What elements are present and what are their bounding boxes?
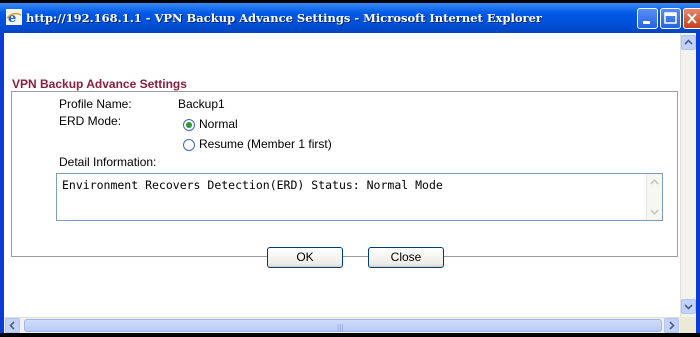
maximize-icon: [664, 12, 677, 24]
textarea-scrollbar[interactable]: [646, 174, 662, 220]
maximize-button[interactable]: [660, 8, 681, 29]
scroll-left-button[interactable]: [5, 318, 20, 333]
erd-normal-radio[interactable]: [183, 119, 195, 131]
page-content: VPN Backup Advance Settings Profile Name…: [4, 33, 680, 317]
close-button[interactable]: Close: [368, 247, 444, 268]
close-window-button[interactable]: [683, 8, 700, 29]
scroll-up-icon[interactable]: [649, 177, 660, 186]
vertical-scrollbar[interactable]: [680, 33, 696, 317]
radio-selected-dot: [186, 122, 192, 128]
title-bar[interactable]: e http://192.168.1.1 - VPN Backup Advanc…: [0, 0, 700, 33]
ie-icon: e: [6, 9, 22, 25]
scroll-up-icon: [684, 39, 693, 45]
scroll-left-icon: [9, 321, 15, 330]
page-title: VPN Backup Advance Settings: [12, 77, 187, 91]
erd-mode-label: ERD Mode:: [59, 114, 122, 128]
profile-name-label: Profile Name:: [59, 97, 132, 111]
erd-resume-label[interactable]: Resume (Member 1 first): [199, 137, 332, 151]
ok-button[interactable]: OK: [267, 247, 343, 268]
browser-window: e http://192.168.1.1 - VPN Backup Advanc…: [0, 0, 700, 333]
erd-normal-label[interactable]: Normal: [199, 117, 238, 131]
window-frame-right: [696, 33, 700, 333]
scroll-up-button[interactable]: [681, 35, 696, 50]
scroll-down-button[interactable]: [681, 299, 696, 314]
horizontal-scroll-thumb[interactable]: |||: [24, 319, 662, 332]
detail-information-label: Detail Information:: [59, 155, 157, 169]
detail-information-text: Environment Recovers Detection(ERD) Stat…: [62, 178, 443, 192]
window-title: http://192.168.1.1 - VPN Backup Advance …: [26, 11, 542, 25]
scroll-right-icon: [669, 321, 675, 330]
scrollbar-corner: [680, 317, 696, 333]
scroll-down-icon: [684, 304, 693, 310]
erd-resume-radio[interactable]: [183, 139, 195, 151]
minimize-icon: [643, 21, 650, 24]
scroll-grip-icon: |||: [337, 323, 344, 332]
detail-information-textarea[interactable]: Environment Recovers Detection(ERD) Stat…: [56, 173, 663, 221]
profile-name-value: Backup1: [178, 97, 225, 111]
minimize-button[interactable]: [637, 8, 658, 29]
horizontal-scrollbar[interactable]: |||: [4, 317, 680, 333]
scroll-down-icon[interactable]: [649, 208, 660, 217]
close-icon: [687, 13, 697, 24]
scroll-right-button[interactable]: [664, 318, 679, 333]
